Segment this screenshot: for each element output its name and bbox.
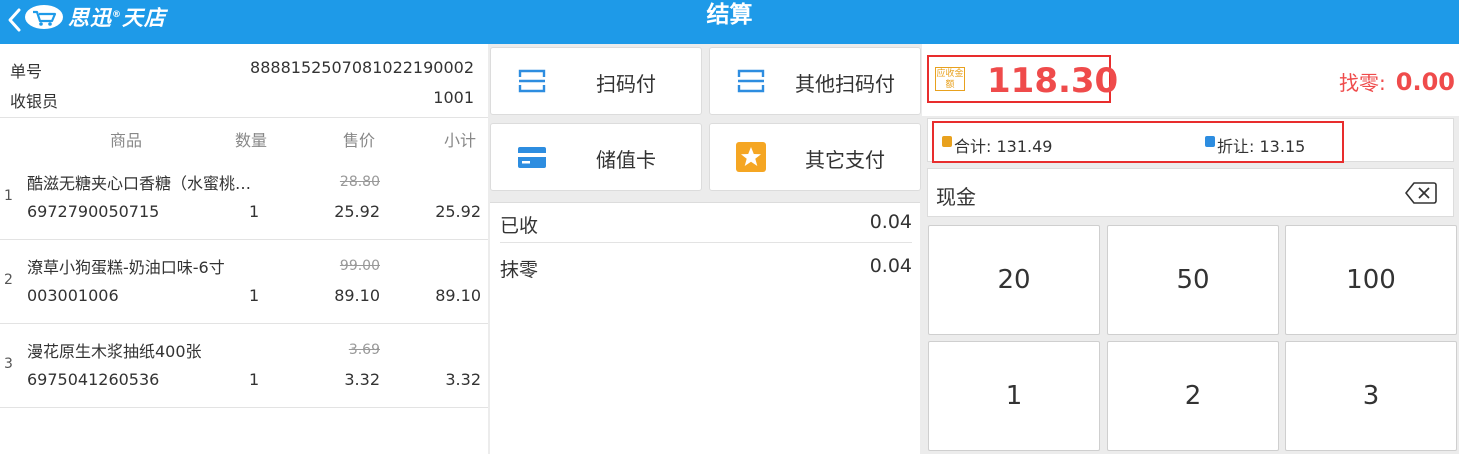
amount-due-value: 118.30 (987, 61, 1119, 101)
cashier-label: 收银员 (10, 92, 59, 111)
item-subtotal: 3.32 (445, 370, 481, 389)
item-original-price: 28.80 (339, 174, 380, 190)
cashier-value: 1001 (433, 88, 474, 107)
received-label: 已收 (500, 215, 539, 237)
order-number-row: 单号 8888152507081022190002 (10, 58, 474, 82)
discount-amount: 折让: 13.15 (1217, 137, 1306, 156)
item-index: 3 (4, 356, 13, 372)
item-subtotal: 89.10 (435, 286, 481, 305)
order-number-value: 8888152507081022190002 (250, 58, 474, 77)
top-header: 思迅®天店 结算 (0, 0, 1459, 44)
item-name: 潦草小狗蛋糕-奶油口味-6寸 (27, 258, 225, 277)
item-index: 1 (4, 188, 13, 204)
change-amount: 找零: 0.00 (1339, 67, 1455, 96)
item-price: 25.92 (334, 202, 380, 221)
other-payment-label: 其它支付 (805, 148, 885, 172)
scan-icon (518, 69, 546, 93)
change-value: 0.00 (1395, 68, 1455, 96)
item-original-price: 3.69 (348, 342, 380, 358)
keypad-3[interactable]: 3 (1285, 341, 1457, 451)
backspace-icon[interactable] (1405, 181, 1437, 205)
keypad-1[interactable]: 1 (928, 341, 1100, 451)
item-price: 3.32 (344, 370, 380, 389)
column-price: 售价 (343, 131, 376, 150)
order-info: 单号 8888152507081022190002 收银员 1001 (0, 44, 488, 118)
received-row: 已收 0.04 (500, 203, 912, 243)
item-barcode: 003001006 (27, 286, 119, 305)
item-barcode: 6972790050715 (27, 202, 160, 221)
received-value: 0.04 (869, 211, 912, 233)
item-original-price: 99.00 (339, 258, 380, 274)
cashier-row: 收银员 1001 (10, 88, 474, 112)
total-amount: 合计: 131.49 (954, 137, 1053, 156)
column-qty: 数量 (235, 131, 268, 150)
item-barcode: 6975041260536 (27, 370, 160, 389)
cash-label: 现金 (936, 185, 976, 209)
keypad-50[interactable]: 50 (1107, 225, 1279, 335)
item-qty: 1 (249, 202, 260, 221)
stored-card-label: 储值卡 (596, 148, 656, 172)
column-subtotal: 小计 (444, 131, 477, 150)
amount-due-highlight: 应收金额 118.30 (927, 55, 1118, 103)
item-row[interactable]: 1 酷滋无糖夹心口香糖（水蜜桃… 28.80 6972790050715 1 2… (0, 156, 488, 240)
rounding-row: 抹零 0.04 (500, 247, 912, 287)
amount-due-badge: 应收金额 (935, 67, 965, 91)
total-icon (942, 136, 952, 147)
column-product: 商品 (110, 131, 143, 150)
other-scan-pay-label: 其他扫码付 (795, 72, 895, 96)
received-summary: 已收 0.04 抹零 0.04 (490, 202, 920, 454)
amount-due-area: 应收金额 118.30 找零: 0.00 (922, 44, 1459, 116)
card-icon (518, 147, 546, 168)
rounding-label: 抹零 (500, 259, 539, 281)
scan-pay-label: 扫码付 (596, 72, 656, 96)
item-index: 2 (4, 272, 13, 288)
item-row[interactable]: 3 漫花原生木浆抽纸400张 3.69 6975041260536 1 3.32… (0, 324, 488, 408)
item-name: 漫花原生木浆抽纸400张 (27, 342, 202, 361)
keypad-20[interactable]: 20 (928, 225, 1100, 335)
cash-input-field[interactable]: 现金 (927, 168, 1454, 217)
change-label: 找零: (1339, 71, 1386, 95)
item-row[interactable]: 2 潦草小狗蛋糕-奶油口味-6寸 99.00 003001006 1 89.10… (0, 240, 488, 324)
scan-pay-button[interactable]: 扫码付 (490, 47, 702, 115)
payment-methods-panel: 扫码付 其他扫码付 储值卡 其它支付 已收 0.04 抹零 0.04 (488, 44, 922, 454)
total-discount-row: 合计: 131.49 折让: 13.15 (927, 118, 1454, 163)
checkout-panel: 应收金额 118.30 找零: 0.00 合计: 131.49 折让: 13.15… (922, 44, 1459, 454)
total-discount-highlight: 合计: 131.49 折让: 13.15 (932, 121, 1344, 163)
item-qty: 1 (249, 286, 260, 305)
stored-card-button[interactable]: 储值卡 (490, 123, 702, 191)
other-payment-button[interactable]: 其它支付 (709, 123, 921, 191)
item-subtotal: 25.92 (435, 202, 481, 221)
keypad-2[interactable]: 2 (1107, 341, 1279, 451)
scan-icon (737, 69, 765, 93)
rounding-value: 0.04 (869, 255, 912, 277)
order-panel: 单号 8888152507081022190002 收银员 1001 商品 数量… (0, 44, 488, 454)
keypad-100[interactable]: 100 (1285, 225, 1457, 335)
item-price: 89.10 (334, 286, 380, 305)
other-scan-pay-button[interactable]: 其他扫码付 (709, 47, 921, 115)
discount-icon (1205, 136, 1215, 147)
order-number-label: 单号 (10, 62, 43, 81)
page-title: 结算 (706, 2, 753, 28)
item-qty: 1 (249, 370, 260, 389)
star-icon (736, 142, 766, 172)
item-name: 酷滋无糖夹心口香糖（水蜜桃… (27, 174, 252, 193)
